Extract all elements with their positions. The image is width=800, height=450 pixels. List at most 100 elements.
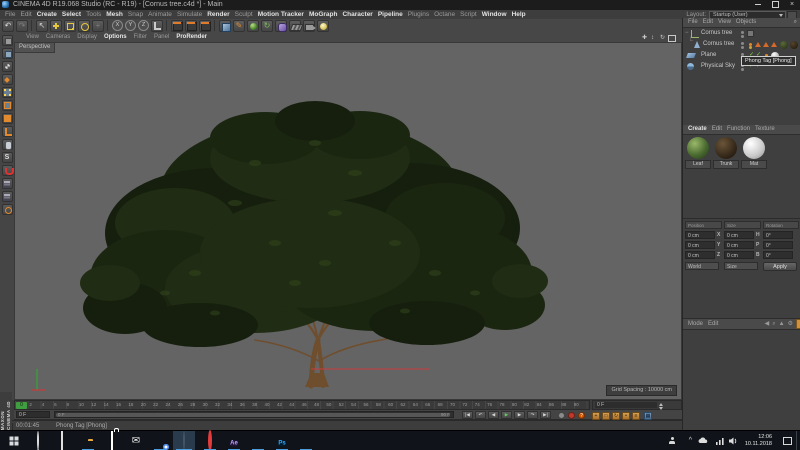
lock-z-axis-button[interactable]: Z xyxy=(138,20,149,31)
people-icon[interactable] xyxy=(668,437,676,448)
object-row-cornus-tree-parent[interactable]: − Cornus tree xyxy=(683,28,800,39)
toggle-view-icon[interactable] xyxy=(668,35,676,42)
play-button[interactable]: ▶ xyxy=(501,411,512,419)
menu-mograph[interactable]: MoGraph xyxy=(309,10,338,19)
menu-script[interactable]: Script xyxy=(460,10,477,19)
om-menu-objects[interactable]: Objects xyxy=(736,18,756,27)
om-menu-view[interactable]: View xyxy=(718,18,731,27)
apply-button[interactable]: Apply xyxy=(763,262,797,271)
volume-icon[interactable] xyxy=(729,437,738,448)
material-tag-trunk-icon[interactable] xyxy=(790,41,798,49)
menu-plugins[interactable]: Plugins xyxy=(408,10,429,19)
rotate-tool[interactable] xyxy=(78,20,90,32)
menu-snap[interactable]: Snap xyxy=(128,10,143,19)
pan-view-icon[interactable]: ✚ xyxy=(642,35,648,41)
goto-end-button[interactable]: ▶| xyxy=(540,411,551,419)
perspective-viewport[interactable]: Perspective xyxy=(14,42,682,400)
opera-button[interactable] xyxy=(202,433,218,449)
selection-tag-icon[interactable] xyxy=(771,42,777,47)
snap-toggle-button[interactable]: S xyxy=(2,152,13,163)
redo-button[interactable]: ↷ xyxy=(16,20,28,32)
om-menu-edit[interactable]: Edit xyxy=(703,18,713,27)
sticky-notes-button[interactable] xyxy=(298,433,314,449)
taskbar-clock[interactable]: 12:06 10.11.2018 xyxy=(745,434,772,448)
am-menu-edit[interactable]: Edit xyxy=(708,319,718,329)
material-tag-leaf-icon[interactable] xyxy=(780,41,788,49)
panel-scroll-nub[interactable] xyxy=(796,319,800,329)
mat-menu-function[interactable]: Function xyxy=(727,125,750,134)
workplane-snap-button[interactable] xyxy=(2,178,13,189)
vp-menu-panel[interactable]: Panel xyxy=(154,33,169,42)
render-picture-viewer-button[interactable] xyxy=(185,20,197,32)
lock-x-axis-button[interactable]: X xyxy=(112,20,123,31)
floor-button[interactable] xyxy=(289,20,301,32)
coords-position-header[interactable]: Position xyxy=(685,221,722,229)
rotate-view-icon[interactable]: ↻ xyxy=(660,35,666,41)
object-axis-button[interactable] xyxy=(2,126,13,137)
action-center-icon[interactable] xyxy=(783,437,792,445)
key-pla-button[interactable]: ≡ xyxy=(632,412,640,420)
menu-edit[interactable]: Edit xyxy=(20,10,31,19)
model-mode-button[interactable] xyxy=(2,48,13,59)
edges-mode-button[interactable] xyxy=(2,100,13,111)
record-key-button[interactable] xyxy=(558,412,565,419)
current-frame-field[interactable]: 0 F xyxy=(595,402,657,408)
next-frame-button[interactable]: ▶ xyxy=(514,411,525,419)
after-effects-button[interactable]: Ae xyxy=(226,433,242,449)
previous-frame-button[interactable]: ◀ xyxy=(488,411,499,419)
mat-menu-texture[interactable]: Texture xyxy=(755,125,775,134)
am-back-icon[interactable]: ◀ xyxy=(765,319,770,329)
live-selection-tool[interactable]: ↖ xyxy=(36,20,48,32)
lock-y-axis-button[interactable]: Y xyxy=(125,20,136,31)
scale-tool[interactable] xyxy=(64,20,76,32)
render-settings-button[interactable] xyxy=(199,20,211,32)
chrome-button[interactable] xyxy=(152,433,168,449)
undo-button[interactable]: ↶ xyxy=(2,20,14,32)
preview-range-slider[interactable]: 0 F 90 F xyxy=(54,411,454,418)
om-search-icon[interactable]: ⌕ xyxy=(794,18,797,27)
material-mat[interactable]: Mat xyxy=(741,137,767,169)
am-menu-mode[interactable]: Mode xyxy=(688,319,703,329)
key-rotation-button[interactable]: ↻ xyxy=(612,412,620,420)
visibility-dots[interactable] xyxy=(741,31,744,34)
pos-z-field[interactable]: 0 cm xyxy=(685,251,715,259)
am-settings-icon[interactable]: ⚙ xyxy=(788,319,793,329)
primitive-cube-button[interactable] xyxy=(219,20,231,32)
hidden-icons-chevron[interactable]: ^ xyxy=(689,437,692,445)
key-scale-button[interactable]: □ xyxy=(602,412,610,420)
material-trunk[interactable]: Trunk xyxy=(713,137,739,169)
generators-button[interactable] xyxy=(247,20,259,32)
autokey-button[interactable] xyxy=(568,412,575,419)
move-tool[interactable] xyxy=(50,20,62,32)
object-row-cornus-tree-child[interactable]: └ Cornus tree xyxy=(683,39,800,50)
coord-system-select[interactable]: World xyxy=(685,262,719,270)
vp-menu-options[interactable]: Options xyxy=(104,33,127,42)
vp-menu-display[interactable]: Display xyxy=(77,33,97,42)
maximize-button[interactable] xyxy=(767,0,783,10)
range-start-field[interactable]: 0 F xyxy=(16,411,50,418)
size-x-field[interactable]: 0 cm xyxy=(724,231,754,239)
menu-create[interactable]: Create xyxy=(37,10,57,19)
menu-octane[interactable]: Octane xyxy=(434,10,455,19)
menu-help[interactable]: Help xyxy=(512,10,526,19)
next-key-button[interactable]: ↷ xyxy=(527,411,538,419)
menu-sculpt[interactable]: Sculpt xyxy=(235,10,253,19)
task-view-button[interactable] xyxy=(54,433,70,449)
texture-mode-button[interactable] xyxy=(2,61,13,72)
menu-character[interactable]: Character xyxy=(342,10,372,19)
previous-key-button[interactable]: ↶ xyxy=(475,411,486,419)
mat-menu-create[interactable]: Create xyxy=(688,125,707,134)
magnet-snap-button[interactable] xyxy=(2,165,13,176)
spline-pen-button[interactable]: ✎ xyxy=(233,20,245,32)
vp-menu-view[interactable]: View xyxy=(26,33,39,42)
coordinate-system-button[interactable] xyxy=(151,20,163,32)
help-record-button[interactable]: ? xyxy=(578,412,585,419)
start-button[interactable] xyxy=(6,433,22,449)
onedrive-cloud-icon[interactable] xyxy=(698,437,708,447)
cinema4d-taskbar-button[interactable] xyxy=(176,433,192,449)
menu-select[interactable]: Select xyxy=(62,10,81,19)
pos-x-field[interactable]: 0 cm xyxy=(685,231,715,239)
workplane-mode-button[interactable] xyxy=(2,74,13,85)
menu-motion-tracker[interactable]: Motion Tracker xyxy=(258,10,304,19)
timeline-ruler[interactable]: 0246810121416182022242628303234363840424… xyxy=(14,400,590,410)
